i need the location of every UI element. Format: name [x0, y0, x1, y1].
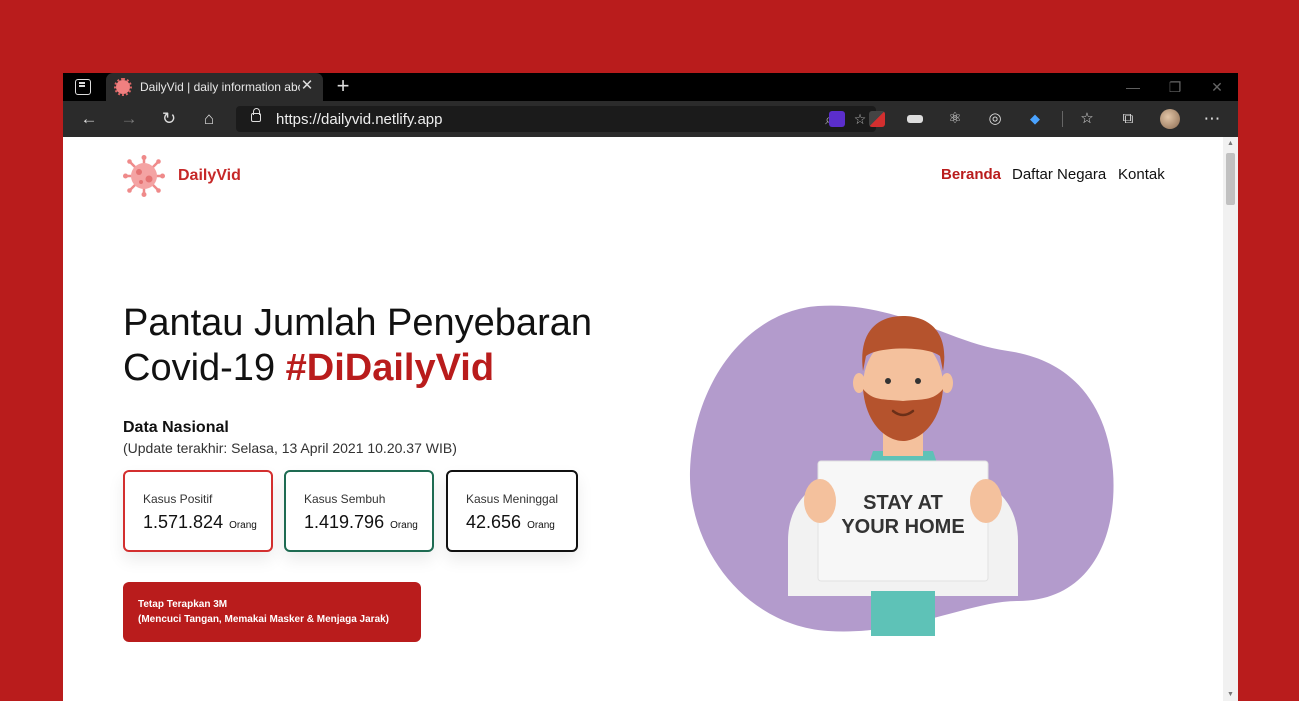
card-label: Kasus Positif: [143, 492, 213, 506]
hero-title-line2: Covid-19 #DiDailyVid: [123, 346, 592, 391]
scroll-thumb[interactable]: [1226, 153, 1235, 205]
data-heading: Data Nasional: [123, 419, 229, 436]
profile-avatar[interactable]: [1160, 109, 1180, 129]
favorites-icon[interactable]: ☆: [1077, 109, 1097, 129]
sign-line1: STAY AT: [863, 492, 943, 514]
card-positive: Kasus Positif 1.571.824 Orang: [123, 470, 273, 552]
tab-strip: DailyVid | daily information about ✕ + —…: [63, 73, 1238, 101]
card-number: 42.656: [466, 512, 522, 532]
target-icon[interactable]: ◎: [985, 109, 1005, 129]
card-unit: Orang: [527, 520, 555, 531]
page-scrollbar[interactable]: ▲ ▼: [1223, 137, 1238, 701]
lock-icon: [251, 108, 261, 122]
refresh-icon[interactable]: ↻: [159, 109, 179, 129]
card-number: 1.571.824: [143, 512, 224, 532]
nav-daftar-negara[interactable]: Daftar Negara: [1012, 166, 1106, 183]
diamond-icon[interactable]: ◆: [1025, 109, 1045, 129]
card-value: 1.571.824 Orang: [143, 512, 257, 533]
card-label: Kasus Meninggal: [466, 492, 559, 506]
url-text: https://dailyvid.netlify.app: [276, 111, 443, 128]
tab-title: DailyVid | daily information about: [140, 80, 300, 94]
restore-button[interactable]: ❐: [1165, 77, 1185, 97]
nav-beranda[interactable]: Beranda: [941, 166, 1001, 183]
extension-pen-icon[interactable]: [869, 111, 885, 127]
address-bar[interactable]: https://dailyvid.netlify.app ⌕ ☆: [236, 106, 876, 132]
sign-line2: YOUR HOME: [841, 516, 964, 538]
tab-actions-icon[interactable]: [75, 79, 91, 95]
card-recovered: Kasus Sembuh 1.419.796 Orang: [284, 470, 434, 552]
new-tab-button[interactable]: +: [333, 75, 353, 97]
card-value: 1.419.796 Orang: [304, 512, 418, 533]
browser-tab[interactable]: DailyVid | daily information about ✕: [106, 73, 323, 101]
home-icon[interactable]: ⌂: [199, 109, 219, 129]
stay-home-illustration: STAY AT YOUR HOME: [689, 305, 1114, 636]
extension-icon[interactable]: [829, 111, 845, 127]
tab-close-icon[interactable]: ✕: [298, 77, 316, 95]
add-favorite-icon[interactable]: ☆: [850, 109, 870, 129]
scroll-up-icon[interactable]: ▲: [1227, 140, 1234, 147]
extension-bus-icon[interactable]: [907, 115, 923, 123]
3m-reminder-button[interactable]: Tetap Terapkan 3M (Mencuci Tangan, Memak…: [123, 582, 421, 642]
virus-logo-icon: [123, 155, 165, 197]
brand-name: DailyVid: [178, 167, 241, 184]
collections-icon[interactable]: ⧉: [1118, 109, 1138, 129]
more-menu-icon[interactable]: ⋯: [1202, 109, 1222, 129]
scroll-down-icon[interactable]: ▼: [1227, 691, 1234, 698]
page-content: DailyVid Beranda Daftar Negara Kontak Pa…: [63, 137, 1223, 701]
hero-hashtag: #DiDailyVid: [285, 347, 495, 389]
hero-title: Pantau Jumlah Penyebaran Covid-19 #DiDai…: [123, 301, 592, 391]
hero-title-line1: Pantau Jumlah Penyebaran: [123, 302, 592, 344]
card-number: 1.419.796: [304, 512, 385, 532]
window-close-button[interactable]: ✕: [1207, 77, 1227, 97]
back-icon[interactable]: ←: [79, 109, 99, 129]
card-unit: Orang: [229, 520, 257, 531]
react-devtools-icon[interactable]: ⚛: [945, 109, 965, 129]
browser-toolbar: ← → ↻ ⌂ https://dailyvid.netlify.app ⌕ ☆…: [63, 101, 1238, 137]
minimize-button[interactable]: —: [1123, 77, 1143, 97]
card-label: Kasus Sembuh: [304, 492, 386, 506]
cta-line2: (Mencuci Tangan, Memakai Masker & Menjag…: [138, 614, 390, 625]
virus-favicon-icon: [114, 78, 132, 96]
hero-title-prefix: Covid-19: [123, 347, 286, 389]
cta-line1: Tetap Terapkan 3M: [138, 599, 228, 610]
browser-window: DailyVid | daily information about ✕ + —…: [63, 73, 1238, 701]
card-deaths: Kasus Meninggal 42.656 Orang: [446, 470, 578, 552]
card-value: 42.656 Orang: [466, 512, 555, 533]
card-unit: Orang: [390, 520, 418, 531]
nav-kontak[interactable]: Kontak: [1118, 166, 1165, 183]
update-timestamp: (Update terakhir: Selasa, 13 April 2021 …: [123, 440, 457, 456]
toolbar-separator: [1062, 111, 1063, 127]
forward-icon[interactable]: →: [119, 109, 139, 129]
